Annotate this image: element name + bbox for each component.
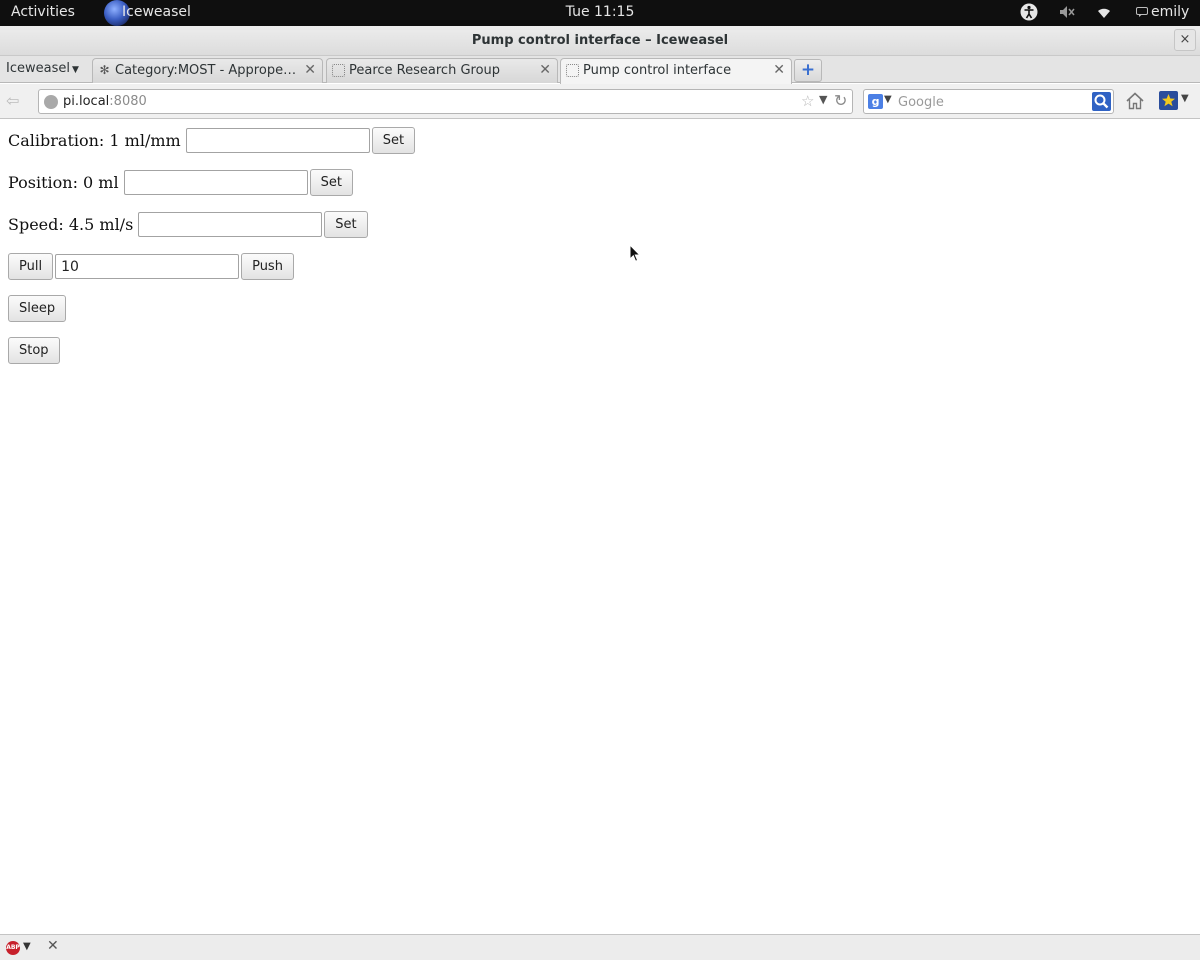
window-titlebar: Pump control interface – Iceweasel × — [0, 26, 1200, 56]
tab-close-icon[interactable]: ✕ — [304, 62, 316, 78]
tab-label: Pump control interface — [583, 63, 732, 78]
position-label: Position: 0 ml — [8, 173, 119, 192]
blank-page-icon — [332, 64, 345, 77]
home-icon[interactable] — [1124, 90, 1146, 116]
stop-button[interactable]: Stop — [8, 337, 60, 364]
blank-page-icon — [566, 64, 579, 77]
new-tab-button[interactable]: + — [794, 59, 822, 82]
bookmarks-star-icon — [1159, 91, 1178, 110]
calibration-row: Calibration: 1 ml/mm Set — [8, 127, 416, 154]
position-row: Position: 0 ml Set — [8, 169, 353, 196]
speed-label: Speed: 4.5 ml/s — [8, 215, 134, 234]
addon-bar-close-icon[interactable]: ✕ — [47, 938, 59, 954]
search-bar[interactable]: g ▼ — [863, 89, 1114, 114]
iceweasel-menu-button[interactable]: Iceweasel ▼ — [6, 61, 79, 76]
chevron-down-icon: ▼ — [71, 65, 79, 75]
user-name: emily — [1151, 4, 1190, 20]
push-button[interactable]: Push — [241, 253, 294, 280]
tab-strip: Iceweasel ▼ ✻ Category:MOST - Appropedi..… — [0, 56, 1200, 84]
bookmark-star-icon[interactable]: ☆ — [801, 92, 814, 110]
tab-pump-control-interface[interactable]: Pump control interface ✕ — [560, 58, 792, 84]
iceweasel-menu-label: Iceweasel — [6, 61, 70, 76]
pull-button[interactable]: Pull — [8, 253, 54, 280]
accessibility-icon[interactable] — [1019, 3, 1039, 23]
site-identity-icon[interactable] — [44, 95, 58, 109]
move-amount-input[interactable] — [55, 254, 240, 279]
user-menu[interactable]: emily — [1136, 4, 1189, 20]
position-input[interactable] — [123, 170, 308, 195]
tab-appropedia[interactable]: ✻ Category:MOST - Appropedi... ✕ — [92, 58, 323, 83]
app-menu-button[interactable]: Iceweasel — [122, 4, 191, 20]
chevron-down-icon: ▼ — [1181, 93, 1189, 104]
search-engine-google-icon[interactable]: g — [868, 94, 883, 109]
reload-icon[interactable]: ↻ — [834, 91, 847, 110]
chevron-down-icon[interactable]: ▼ — [884, 94, 892, 105]
calibration-set-button[interactable]: Set — [371, 127, 416, 154]
calibration-label: Calibration: 1 ml/mm — [8, 131, 181, 150]
url-port: :8080 — [109, 94, 147, 109]
position-set-button[interactable]: Set — [309, 169, 353, 196]
tab-label: Category:MOST - Appropedi... — [115, 63, 298, 78]
url-text[interactable]: pi.local:8080 — [63, 94, 147, 109]
mouse-pointer-icon — [629, 243, 641, 267]
sleep-button[interactable]: Sleep — [8, 295, 67, 322]
wifi-icon[interactable] — [1094, 3, 1114, 23]
appropedia-icon: ✻ — [99, 63, 110, 77]
move-row: Pull Push — [8, 253, 294, 280]
volume-muted-icon[interactable] — [1057, 3, 1077, 23]
speed-input[interactable] — [138, 212, 323, 237]
tab-label: Pearce Research Group — [349, 63, 501, 78]
url-bar[interactable]: pi.local:8080 ☆ ▼ ↻ — [38, 89, 853, 114]
chevron-down-icon[interactable]: ▼ — [23, 941, 31, 952]
window-close-button[interactable]: × — [1174, 29, 1196, 51]
speed-row: Speed: 4.5 ml/s Set — [8, 211, 368, 238]
page-content: Calibration: 1 ml/mm Set Position: 0 ml … — [0, 120, 1200, 934]
back-arrow-icon[interactable]: ⇦ — [6, 91, 19, 110]
gnome-top-bar: Activities Iceweasel Tue 11:15 emily — [0, 0, 1200, 26]
addon-bar: ABP ▼ ✕ — [0, 934, 1200, 960]
bookmarks-menu-button[interactable]: ▼ — [1158, 90, 1189, 115]
speed-set-button[interactable]: Set — [324, 211, 368, 238]
search-icon[interactable] — [1092, 92, 1111, 115]
navigation-toolbar: ⇦ pi.local:8080 ☆ ▼ ↻ g ▼ ▼ — [0, 84, 1200, 119]
chat-icon — [1136, 7, 1148, 17]
clock[interactable]: Tue 11:15 — [566, 4, 635, 20]
history-dropdown-icon[interactable]: ▼ — [819, 93, 827, 106]
window-title: Pump control interface – Iceweasel — [471, 33, 729, 48]
sleep-row: Sleep — [8, 295, 67, 322]
stop-row: Stop — [8, 337, 60, 364]
url-host: pi.local — [63, 94, 110, 109]
adblock-plus-icon[interactable]: ABP — [6, 941, 20, 955]
tab-close-icon[interactable]: ✕ — [773, 62, 785, 78]
calibration-input[interactable] — [185, 128, 370, 153]
tab-close-icon[interactable]: ✕ — [539, 62, 551, 78]
activities-button[interactable]: Activities — [11, 4, 75, 20]
tab-pearce-research-group[interactable]: Pearce Research Group ✕ — [326, 58, 558, 83]
search-input[interactable] — [898, 93, 1088, 111]
